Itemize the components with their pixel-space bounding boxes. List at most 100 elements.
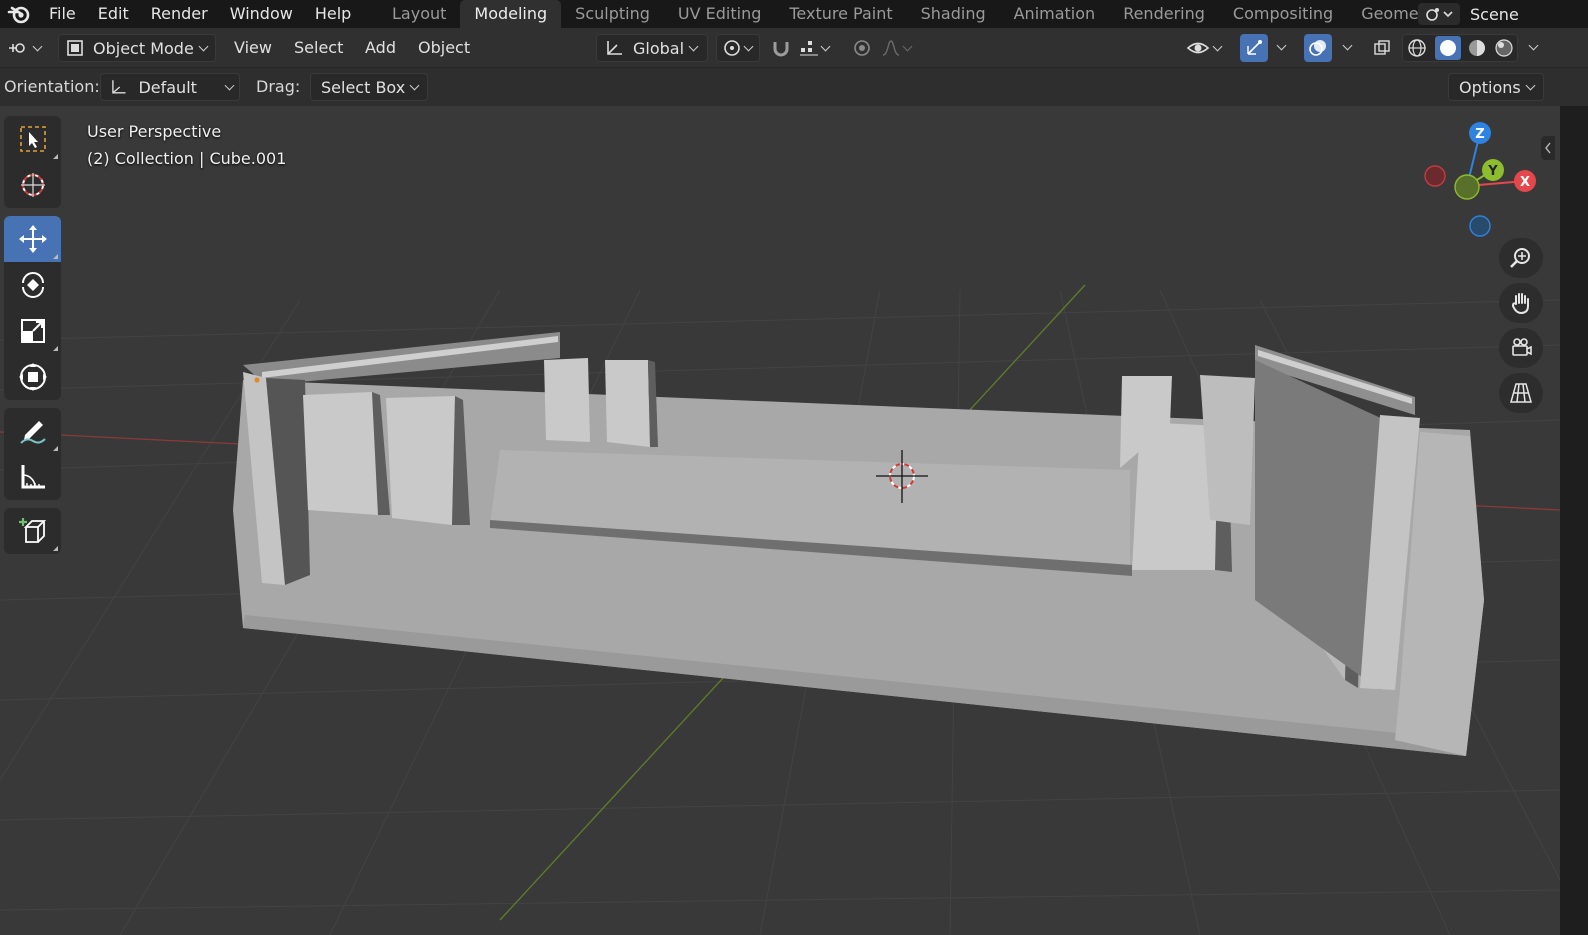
menu-edit[interactable]: Edit [87,0,140,28]
scene-selector[interactable]: Scene [1418,0,1588,28]
cursor-icon [20,173,45,197]
cube-001-model[interactable] [233,332,1484,756]
proportional-edit-toggle[interactable] [848,34,876,62]
drag-value: Select Box [321,77,406,97]
menu-window[interactable]: Window [219,0,304,28]
solid-shading-button[interactable] [1434,36,1461,60]
drag-label: Drag: [256,77,301,96]
tab-texture-paint[interactable]: Texture Paint [775,0,906,28]
orientation-label: Global [633,38,685,58]
wireframe-shading-icon[interactable] [1406,37,1428,59]
zoom-in-icon [1510,248,1530,268]
overlays-dropdown-chevron-icon[interactable] [1342,40,1353,51]
tab-layout[interactable]: Layout [378,0,460,28]
viewport-header: Object Mode View Select Add Object Globa… [0,28,1588,68]
select-box-icon [19,126,46,152]
scale-icon [20,319,45,343]
chevron-left-icon [1545,142,1551,154]
falloff-dropdown[interactable] [880,34,920,62]
camera-view-button[interactable] [1499,328,1543,368]
sidebar-expand-tab[interactable] [1541,136,1555,160]
navigation-gizmo[interactable]: Z Y X [1424,122,1536,237]
gizmo-icon [1247,40,1262,55]
perspective-toggle-button[interactable] [1499,373,1543,413]
orientation-label: Orientation: [4,77,100,96]
gizmo-neg-y[interactable] [1454,174,1480,200]
pivot-point-dropdown[interactable] [716,34,760,62]
transform-tool[interactable] [4,354,61,400]
select-box-tool[interactable] [4,116,61,162]
top-bar: File Edit Render Window Help Layout Mode… [0,0,1588,28]
editor-type-button[interactable] [6,34,50,62]
options-dropdown[interactable]: Options [1448,73,1544,101]
tab-sculpting[interactable]: Sculpting [561,0,664,28]
grid-perspective-icon [1510,383,1532,403]
snap-toggle[interactable] [766,34,796,62]
zoom-button[interactable] [1499,238,1543,278]
gizmo-dropdown-chevron-icon[interactable] [1276,40,1287,51]
gizmo-neg-x[interactable] [1424,165,1446,187]
tab-uv-editing[interactable]: UV Editing [664,0,775,28]
gizmo-toggle[interactable] [1240,34,1268,62]
gizmo-z-label: Z [1475,127,1484,142]
tab-shading[interactable]: Shading [907,0,1000,28]
annotate-pencil-icon [19,421,46,444]
tab-animation[interactable]: Animation [1000,0,1110,28]
options-label: Options [1459,77,1521,97]
move-tool[interactable] [4,216,61,262]
orientation-value: Default [138,77,197,97]
menu-render[interactable]: Render [140,0,219,28]
object-mode-icon [67,40,83,56]
main-menu: File Edit Render Window Help [38,0,362,28]
blender-logo-icon[interactable] [0,0,38,28]
3d-viewport[interactable]: Z Y X User Perspective (2) Collection | … [0,106,1560,935]
rotate-tool[interactable] [4,262,61,308]
drag-dropdown[interactable]: Select Box [310,73,428,101]
menu-help[interactable]: Help [304,0,362,28]
tab-compositing[interactable]: Compositing [1219,0,1347,28]
transform-orientation-dropdown[interactable]: Global [596,34,708,62]
visibility-dropdown[interactable] [1186,34,1232,62]
mode-dropdown[interactable]: Object Mode [58,34,216,62]
editor-type-icon [9,43,25,53]
scene-icon[interactable] [1418,3,1460,25]
cursor-tool[interactable] [4,162,61,208]
measure-tool[interactable] [4,454,61,500]
eye-icon [1186,42,1210,54]
gizmo-neg-z[interactable] [1469,215,1491,237]
menu-select[interactable]: Select [294,34,343,62]
sidebar-collapsed-strip [1560,106,1588,935]
scale-tool[interactable] [4,308,61,354]
workspace-tabs: Layout Modeling Sculpting UV Editing Tex… [378,0,1433,28]
add-cube-tool[interactable] [4,508,61,554]
xray-icon [1374,40,1390,55]
pivot-icon [724,40,740,56]
add-cube-icon [18,518,46,543]
move-icon [18,225,47,253]
solid-shading-icon [1439,40,1456,56]
pan-button[interactable] [1499,283,1543,323]
menu-object[interactable]: Object [418,34,470,62]
tab-modeling[interactable]: Modeling [460,0,562,28]
menu-file[interactable]: File [38,0,87,28]
orientation-dropdown[interactable]: Default [100,73,240,101]
measure-ruler-icon [21,465,45,489]
proportional-edit-icon [854,40,870,56]
rendered-shading-icon[interactable] [1494,38,1514,58]
tab-rendering[interactable]: Rendering [1109,0,1219,28]
transform-icon [18,363,47,391]
gizmo-y-label: Y [1487,164,1498,179]
overlays-icon [1309,40,1326,56]
falloff-curve-icon [882,40,900,56]
annotate-tool[interactable] [4,408,61,454]
menu-add[interactable]: Add [365,34,396,62]
scene-name[interactable]: Scene [1470,5,1519,24]
hand-icon [1511,293,1529,315]
menu-view[interactable]: View [234,34,272,62]
snap-target-dropdown[interactable] [798,34,840,62]
xray-toggle[interactable] [1368,34,1396,62]
overlays-toggle[interactable] [1304,34,1332,62]
snap-increment-icon [800,41,818,56]
shading-dropdown-chevron-icon[interactable] [1528,40,1539,51]
material-preview-icon[interactable] [1467,38,1487,58]
